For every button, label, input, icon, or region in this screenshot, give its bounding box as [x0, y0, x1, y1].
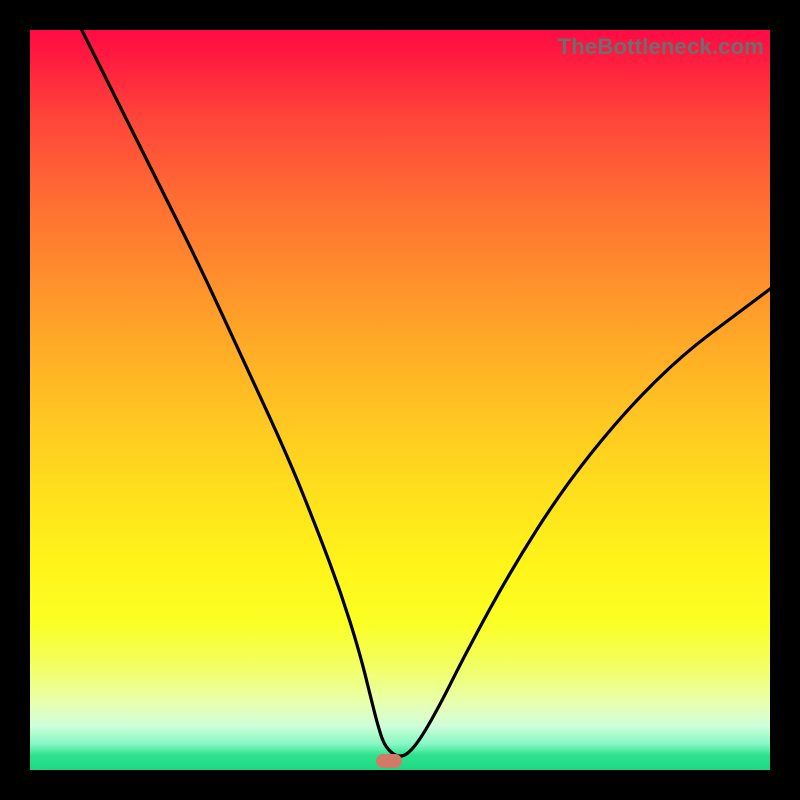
curve-svg — [30, 30, 770, 770]
curve-path — [82, 30, 770, 756]
bottleneck-marker — [376, 754, 402, 768]
plot-area: TheBottleneck.com — [30, 30, 770, 770]
chart-stage: TheBottleneck.com — [0, 0, 800, 800]
